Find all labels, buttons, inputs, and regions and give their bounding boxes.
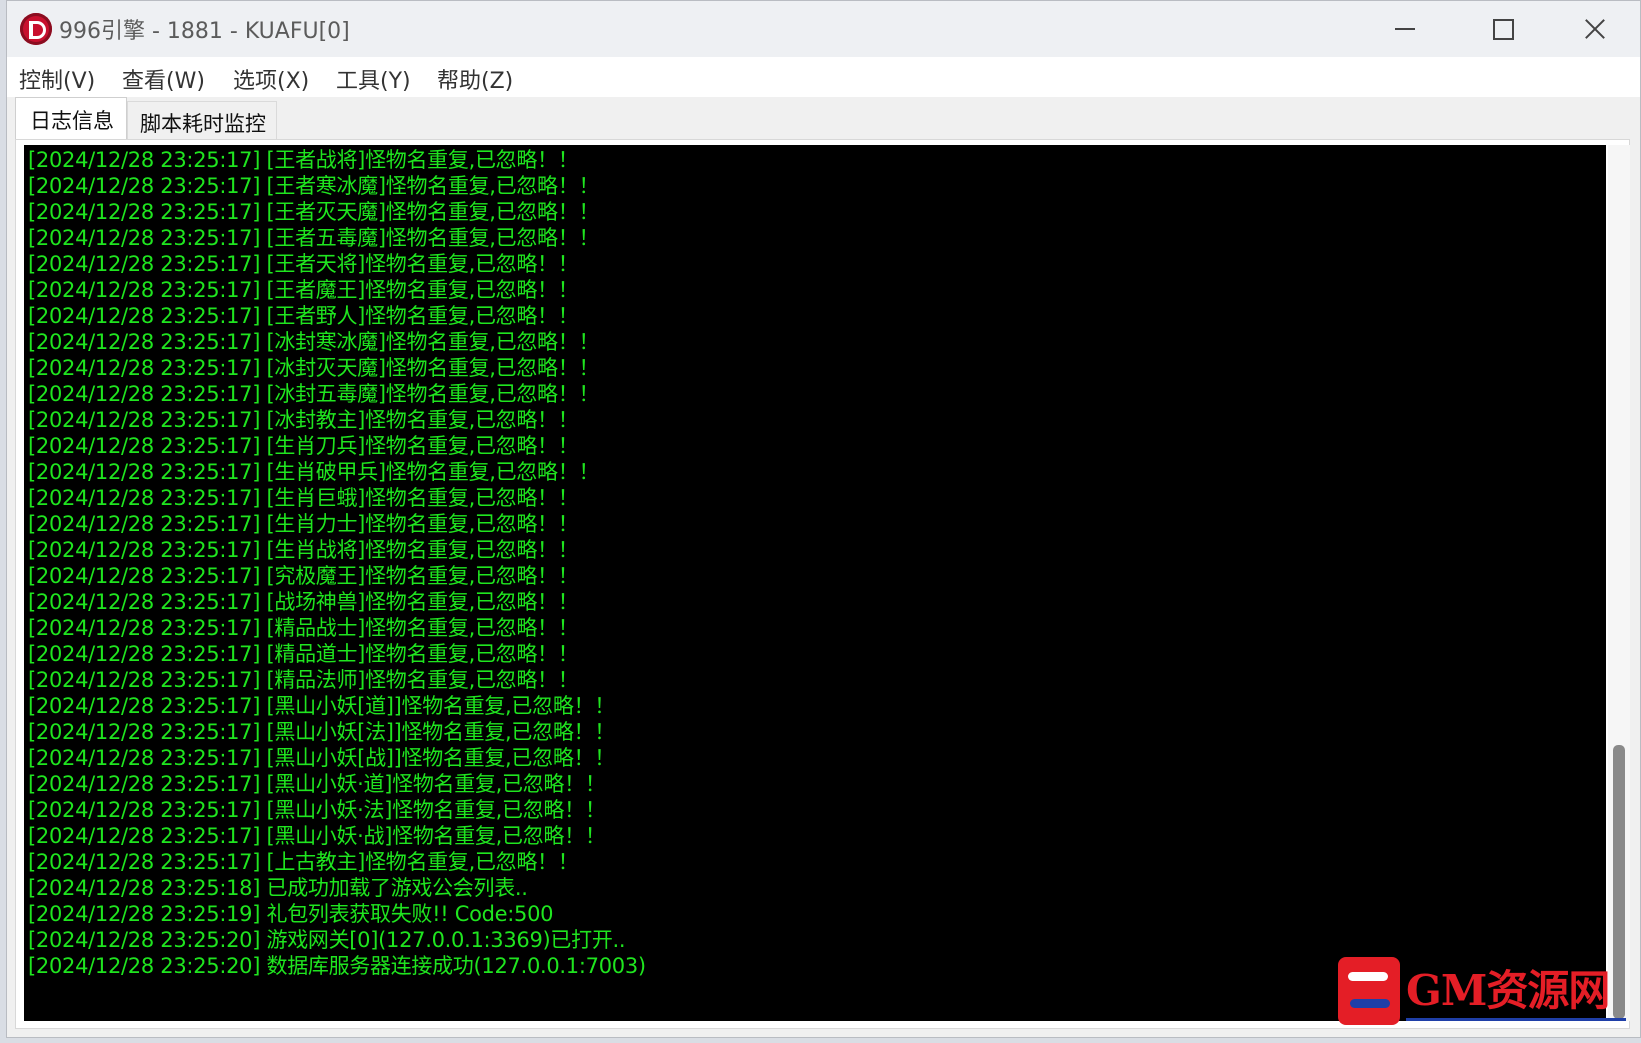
log-line: [2024/12/28 23:25:20] 游戏网关[0](127.0.0.1:… xyxy=(28,928,626,952)
watermark-text: GM资源网 xyxy=(1406,966,1610,1015)
log-line: [2024/12/28 23:25:17] [究极魔王]怪物名重复,已忽略！！ xyxy=(28,564,579,588)
tab-log-info[interactable]: 日志信息 xyxy=(15,97,127,139)
title-bar[interactable]: 996引擎 - 1881 - KUAFU[0] xyxy=(7,1,1640,57)
menu-control[interactable]: 控制(V) xyxy=(19,63,95,95)
app-window: 996引擎 - 1881 - KUAFU[0] 控制(V) 查看(W) 选项(X… xyxy=(6,0,1641,1038)
log-line: [2024/12/28 23:25:17] [精品道士]怪物名重复,已忽略！！ xyxy=(28,642,579,666)
log-line: [2024/12/28 23:25:17] [上古教主]怪物名重复,已忽略！！ xyxy=(28,850,579,874)
log-line: [2024/12/28 23:25:17] [黑山小妖·战]怪物名重复,已忽略！… xyxy=(28,824,606,848)
tab-content-panel: [2024/12/28 23:25:17] [王者战将]怪物名重复,已忽略！！[… xyxy=(15,139,1630,1029)
watermark: GM资源网 xyxy=(1338,955,1628,1031)
log-line: [2024/12/28 23:25:17] [精品战士]怪物名重复,已忽略！！ xyxy=(28,616,579,640)
log-line: [2024/12/28 23:25:17] [生肖巨蛾]怪物名重复,已忽略！！ xyxy=(28,486,579,510)
log-line: [2024/12/28 23:25:17] [战场神兽]怪物名重复,已忽略！！ xyxy=(28,590,579,614)
log-line: [2024/12/28 23:25:17] [王者五毒魔]怪物名重复,已忽略！！ xyxy=(28,226,600,250)
log-line: [2024/12/28 23:25:17] [生肖刀兵]怪物名重复,已忽略！！ xyxy=(28,434,579,458)
log-line: [2024/12/28 23:25:17] [王者天将]怪物名重复,已忽略！！ xyxy=(28,252,579,276)
log-line: [2024/12/28 23:25:17] [冰封灭天魔]怪物名重复,已忽略！！ xyxy=(28,356,600,380)
log-console[interactable]: [2024/12/28 23:25:17] [王者战将]怪物名重复,已忽略！！[… xyxy=(24,145,1606,1021)
menu-view[interactable]: 查看(W) xyxy=(122,63,205,95)
menu-bar: 控制(V) 查看(W) 选项(X) 工具(Y) 帮助(Z) xyxy=(7,57,1640,97)
menu-options[interactable]: 选项(X) xyxy=(233,63,309,95)
log-line: [2024/12/28 23:25:17] [黑山小妖[道]]怪物名重复,已忽略… xyxy=(28,694,615,718)
watermark-underline xyxy=(1406,1018,1626,1021)
close-button[interactable] xyxy=(1552,1,1640,57)
menu-tools[interactable]: 工具(Y) xyxy=(336,63,411,95)
log-line: [2024/12/28 23:25:18] 已成功加载了游戏公会列表.. xyxy=(28,876,528,900)
log-line: [2024/12/28 23:25:17] [王者野人]怪物名重复,已忽略！！ xyxy=(28,304,579,328)
log-line: [2024/12/28 23:25:17] [生肖破甲兵]怪物名重复,已忽略！！ xyxy=(28,460,600,484)
log-line: [2024/12/28 23:25:17] [王者魔王]怪物名重复,已忽略！！ xyxy=(28,278,579,302)
vertical-scrollbar[interactable] xyxy=(1608,145,1630,1021)
menu-help[interactable]: 帮助(Z) xyxy=(437,63,513,95)
log-list: [2024/12/28 23:25:17] [王者战将]怪物名重复,已忽略！！[… xyxy=(28,147,646,979)
log-line: [2024/12/28 23:25:17] [黑山小妖·道]怪物名重复,已忽略！… xyxy=(28,772,606,796)
log-line: [2024/12/28 23:25:17] [王者战将]怪物名重复,已忽略！！ xyxy=(28,148,579,172)
tab-bar: 日志信息 脚本耗时监控 xyxy=(7,97,1640,139)
log-line: [2024/12/28 23:25:17] [冰封教主]怪物名重复,已忽略！！ xyxy=(28,408,579,432)
log-line: [2024/12/28 23:25:19] 礼包列表获取失败!! Code:50… xyxy=(28,902,554,926)
log-line: [2024/12/28 23:25:17] [黑山小妖[战]]怪物名重复,已忽略… xyxy=(28,746,615,770)
maximize-button[interactable] xyxy=(1457,1,1547,57)
log-line: [2024/12/28 23:25:17] [王者寒冰魔]怪物名重复,已忽略！！ xyxy=(28,174,600,198)
d-logo-icon xyxy=(20,13,52,45)
minimize-button[interactable] xyxy=(1362,1,1452,57)
log-line: [2024/12/28 23:25:17] [王者灭天魔]怪物名重复,已忽略！！ xyxy=(28,200,600,224)
log-line: [2024/12/28 23:25:17] [生肖力士]怪物名重复,已忽略！！ xyxy=(28,512,579,536)
window-title: 996引擎 - 1881 - KUAFU[0] xyxy=(59,19,350,44)
tab-script-timing-monitor[interactable]: 脚本耗时监控 xyxy=(127,101,277,139)
log-line: [2024/12/28 23:25:17] [冰封五毒魔]怪物名重复,已忽略！！ xyxy=(28,382,600,406)
log-line: [2024/12/28 23:25:17] [生肖战将]怪物名重复,已忽略！！ xyxy=(28,538,579,562)
log-line: [2024/12/28 23:25:20] 数据库服务器连接成功(127.0.0… xyxy=(28,954,646,978)
gm-logo-icon xyxy=(1338,957,1400,1025)
log-line: [2024/12/28 23:25:17] [冰封寒冰魔]怪物名重复,已忽略！！ xyxy=(28,330,600,354)
log-line: [2024/12/28 23:25:17] [精品法师]怪物名重复,已忽略！！ xyxy=(28,668,579,692)
log-line: [2024/12/28 23:25:17] [黑山小妖[法]]怪物名重复,已忽略… xyxy=(28,720,615,744)
log-line: [2024/12/28 23:25:17] [黑山小妖·法]怪物名重复,已忽略！… xyxy=(28,798,606,822)
